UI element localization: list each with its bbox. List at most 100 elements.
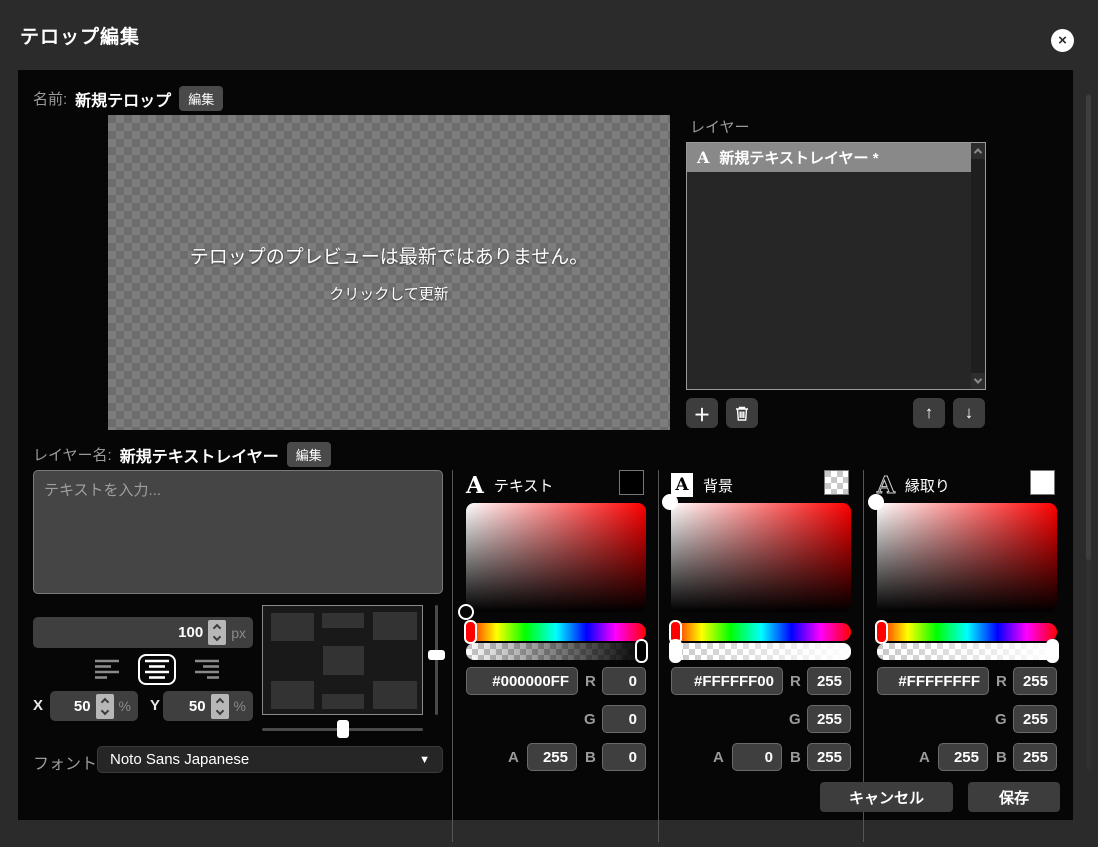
text-color-icon: A [466, 474, 484, 497]
g-label: G [995, 711, 1007, 728]
outline-hue-handle[interactable] [875, 620, 888, 644]
layer-name-value: 新規テキストレイヤー [120, 443, 279, 467]
y-position-label: Y [150, 697, 160, 714]
background-hex-field[interactable]: #FFFFFF00 [671, 667, 783, 695]
align-right-button[interactable] [190, 655, 224, 684]
font-size-value: 100 [178, 624, 203, 641]
close-button[interactable]: × [1051, 29, 1074, 52]
x-position-slider-handle[interactable] [337, 720, 349, 738]
outline-alpha-slider[interactable] [877, 643, 1057, 660]
y-position-slider-handle[interactable] [428, 650, 445, 660]
text-a-field[interactable]: 255 [527, 743, 577, 771]
outline-r-field[interactable]: 255 [1013, 667, 1057, 695]
move-layer-down-button[interactable]: ↓ [953, 398, 985, 428]
text-color-label: テキスト [494, 475, 554, 496]
r-label: R [585, 673, 596, 690]
dialog-scrollbar-thumb[interactable] [1086, 95, 1091, 560]
background-hue-slider[interactable] [671, 623, 851, 641]
r-label: R [996, 673, 1007, 690]
move-layer-up-button[interactable]: ↑ [913, 398, 945, 428]
preset-bottom-center[interactable] [322, 694, 364, 709]
telop-name-row: 名前: 新規テロップ 編集 [33, 86, 223, 111]
y-position-field[interactable]: 50 % [163, 691, 253, 721]
y-position-slider[interactable] [435, 605, 438, 715]
layer-text-input[interactable] [33, 470, 443, 594]
text-saturation-cursor[interactable] [458, 604, 474, 620]
background-a-field[interactable]: 0 [732, 743, 782, 771]
align-center-button[interactable] [138, 654, 176, 685]
outline-g-field[interactable]: 255 [1013, 705, 1057, 733]
outline-a-field[interactable]: 255 [938, 743, 988, 771]
background-alpha-slider[interactable] [671, 643, 851, 660]
x-position-field[interactable]: 50 % [50, 691, 138, 721]
align-right-icon [194, 659, 220, 680]
r-label: R [790, 673, 801, 690]
background-color-label: 背景 [703, 475, 733, 496]
background-g-field[interactable]: 255 [807, 705, 851, 733]
outline-b-field[interactable]: 255 [1013, 743, 1057, 771]
text-alpha-handle[interactable] [635, 639, 648, 663]
text-color-swatch[interactable] [619, 470, 644, 495]
align-left-button[interactable] [90, 655, 124, 684]
telop-preview[interactable]: テロップのプレビューは最新ではありません。 クリックして更新 [108, 115, 670, 430]
background-color-swatch[interactable] [824, 470, 849, 495]
preset-top-left[interactable] [271, 613, 314, 641]
delete-layer-button[interactable] [726, 398, 758, 428]
text-b-field[interactable]: 0 [602, 743, 646, 771]
a-label: A [919, 749, 930, 766]
add-layer-button[interactable]: ＋ [686, 398, 718, 428]
text-hex-field[interactable]: #000000FF [466, 667, 578, 695]
outline-hex-field[interactable]: #FFFFFFFF [877, 667, 989, 695]
outline-hue-slider[interactable] [877, 623, 1057, 641]
outline-saturation-area[interactable] [877, 503, 1057, 612]
y-position-stepper[interactable] [211, 694, 229, 719]
background-saturation-cursor[interactable] [662, 494, 678, 510]
background-r-field[interactable]: 255 [807, 667, 851, 695]
outline-saturation-cursor[interactable] [868, 494, 884, 510]
text-r-field[interactable]: 0 [602, 667, 646, 695]
text-saturation-area[interactable] [466, 503, 646, 612]
x-position-stepper[interactable] [96, 694, 114, 719]
text-g-field[interactable]: 0 [602, 705, 646, 733]
dialog-body: 名前: 新規テロップ 編集 テロップのプレビューは最新ではありません。 クリック… [18, 70, 1073, 820]
outline-alpha-handle[interactable] [1046, 639, 1059, 663]
alpha-gradient [671, 643, 851, 660]
a-label: A [508, 749, 519, 766]
layer-name-edit-button[interactable]: 編集 [287, 442, 331, 467]
preset-top-center[interactable] [322, 613, 364, 628]
spinner-down-icon [213, 633, 221, 641]
layer-name-label: レイヤー名: [33, 444, 112, 465]
font-size-stepper[interactable] [208, 620, 226, 645]
position-preset-grid[interactable] [262, 605, 423, 715]
layer-list-item[interactable]: A 新規テキストレイヤー * [687, 143, 971, 172]
dialog-scrollbar[interactable] [1086, 93, 1091, 770]
scroll-up-button[interactable] [971, 143, 985, 159]
font-size-field[interactable]: 100 px [33, 617, 253, 648]
dropdown-caret-icon: ▼ [419, 754, 430, 766]
save-button[interactable]: 保存 [968, 782, 1060, 812]
layer-list: A 新規テキストレイヤー * [686, 142, 986, 390]
b-label: B [585, 749, 596, 766]
layers-label: レイヤー [690, 116, 750, 137]
layer-list-scrollbar[interactable] [971, 143, 985, 389]
g-label: G [584, 711, 596, 728]
font-select[interactable]: Noto Sans Japanese ▼ [97, 746, 443, 773]
preset-bottom-right[interactable] [373, 681, 417, 709]
x-position-label: X [33, 697, 43, 714]
cancel-button[interactable]: キャンセル [820, 782, 953, 812]
preview-refresh-hint: クリックして更新 [329, 283, 449, 304]
outline-color-swatch[interactable] [1030, 470, 1055, 495]
text-hue-slider[interactable] [466, 623, 646, 641]
scroll-down-button[interactable] [971, 373, 985, 389]
preset-top-right[interactable] [373, 612, 417, 640]
background-alpha-handle[interactable] [669, 639, 682, 663]
trash-icon [734, 405, 750, 422]
background-saturation-area[interactable] [671, 503, 851, 612]
text-hue-handle[interactable] [464, 620, 477, 644]
text-align-group [90, 654, 224, 685]
preset-middle-center[interactable] [323, 646, 364, 675]
background-b-field[interactable]: 255 [807, 743, 851, 771]
text-alpha-slider[interactable] [466, 643, 646, 660]
telop-name-edit-button[interactable]: 編集 [179, 86, 223, 111]
preset-bottom-left[interactable] [271, 681, 314, 709]
